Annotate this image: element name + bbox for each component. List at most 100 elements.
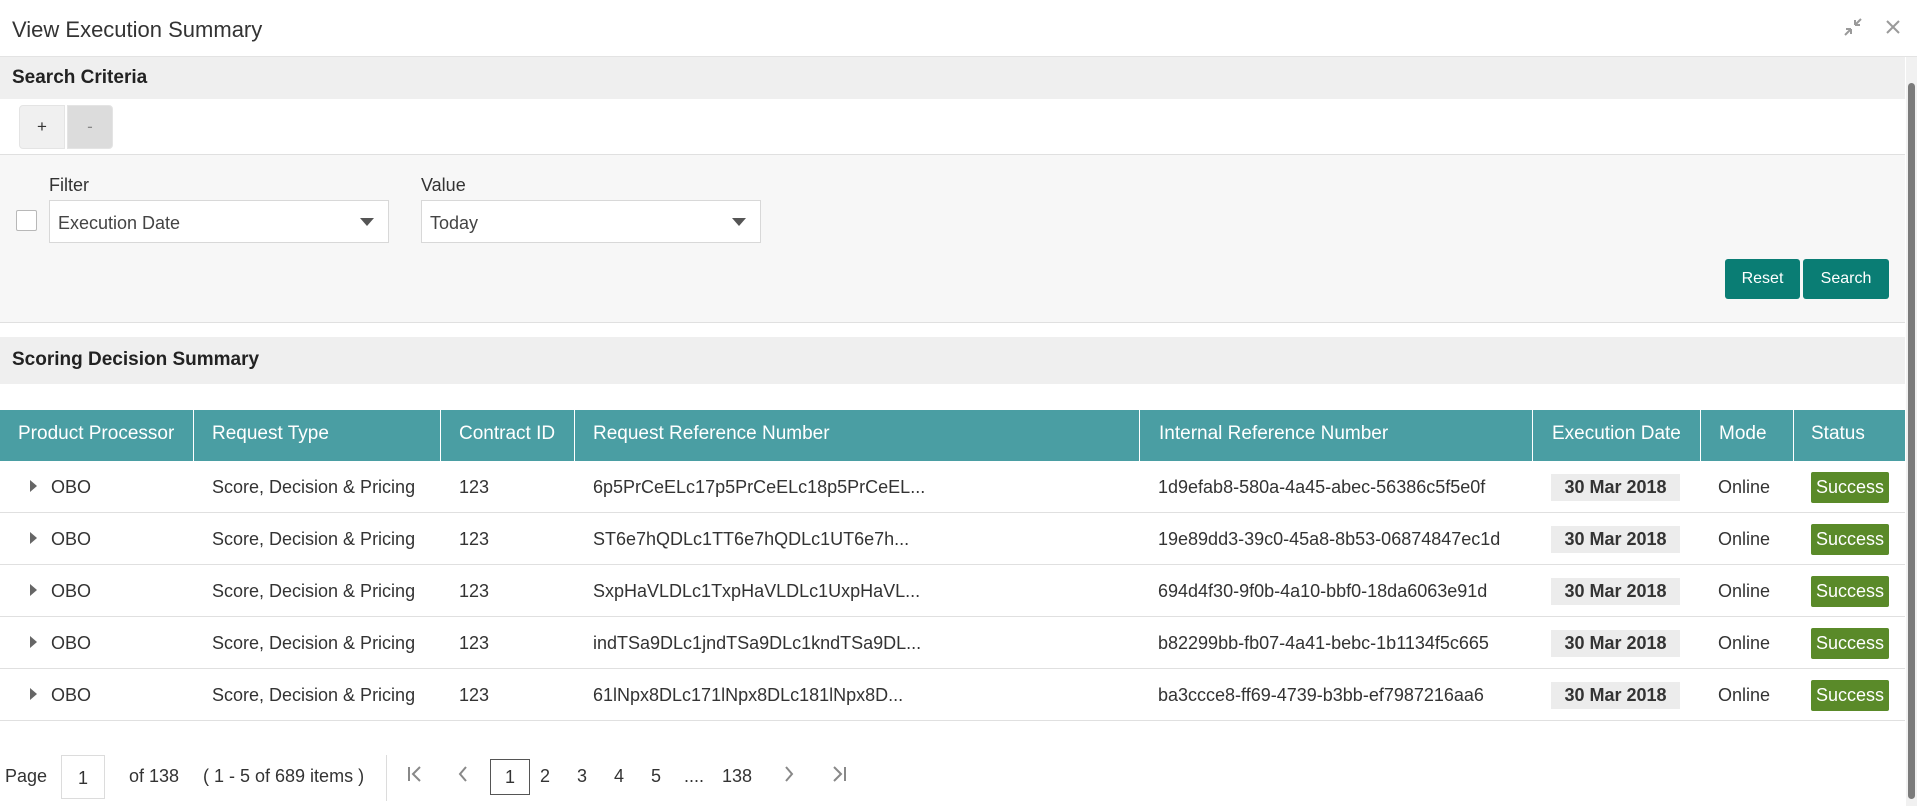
add-criteria-button[interactable]: + — [19, 105, 65, 149]
status-badge: Success — [1811, 680, 1889, 711]
expand-row-icon[interactable] — [30, 584, 37, 596]
cell-contract-id: 123 — [459, 685, 490, 705]
expand-row-icon[interactable] — [30, 636, 37, 648]
page-link-138[interactable]: 138 — [722, 766, 752, 787]
cell-mode: Online — [1718, 529, 1771, 549]
cell-product-processor: OBO — [51, 581, 92, 601]
cell-mode: Online — [1718, 477, 1771, 497]
column-header-request-reference[interactable]: Request Reference Number — [575, 410, 1140, 461]
value-select-value: Today — [430, 213, 479, 233]
page-total: of 138 — [129, 766, 180, 786]
page-range: ( 1 - 5 of 689 items ) — [203, 766, 365, 786]
table-row[interactable]: OBO Score, Decision & Pricing 123 61lNpx… — [0, 669, 1905, 721]
expand-row-icon[interactable] — [30, 480, 37, 492]
filter-label: Filter — [49, 175, 89, 195]
column-header-product-processor[interactable]: Product Processor — [0, 410, 194, 461]
prev-page-icon[interactable] — [457, 765, 469, 789]
cell-contract-id: 123 — [459, 581, 490, 601]
pager-divider — [386, 755, 387, 801]
status-badge: Success — [1811, 524, 1889, 555]
remove-criteria-button[interactable]: - — [67, 105, 113, 149]
cell-request-reference: SxpHaVLDLc1TxpHaVLDLc1UxpHaVL... — [593, 581, 921, 601]
cell-internal-reference: 1d9efab8-580a-4a45-abec-56386c5f5e0f — [1158, 477, 1486, 497]
filter-select[interactable]: Execution Date — [49, 200, 389, 243]
cell-mode: Online — [1718, 581, 1771, 601]
cell-execution-date: 30 Mar 2018 — [1551, 474, 1680, 501]
expand-row-icon[interactable] — [30, 688, 37, 700]
chevron-down-icon — [732, 218, 746, 226]
cell-execution-date: 30 Mar 2018 — [1551, 578, 1680, 605]
close-icon[interactable] — [1882, 16, 1904, 38]
page-label: Page — [5, 766, 48, 786]
chevron-down-icon — [360, 218, 374, 226]
page-link-1[interactable]: 1 — [490, 759, 530, 795]
cell-request-reference: 61lNpx8DLc171lNpx8DLc181lNpx8D... — [593, 685, 904, 705]
search-criteria-header: Search Criteria — [0, 57, 1905, 99]
table-header: Product Processor Request Type Contract … — [0, 410, 1905, 461]
cell-product-processor: OBO — [51, 477, 92, 497]
column-header-request-type[interactable]: Request Type — [194, 410, 441, 461]
cell-product-processor: OBO — [51, 685, 92, 705]
cell-contract-id: 123 — [459, 633, 490, 653]
cell-internal-reference: 694d4f30-9f0b-4a10-bbf0-18da6063e91d — [1158, 581, 1488, 601]
last-page-icon[interactable] — [831, 765, 847, 789]
cell-contract-id: 123 — [459, 529, 490, 549]
summary-header: Scoring Decision Summary — [0, 337, 1905, 384]
cell-execution-date: 30 Mar 2018 — [1551, 630, 1680, 657]
cell-product-processor: OBO — [51, 529, 92, 549]
page-link-4[interactable]: 4 — [614, 766, 624, 787]
cell-request-reference: 6p5PrCeELc17p5PrCeELc18p5PrCeEL... — [593, 477, 926, 497]
search-button[interactable]: Search — [1803, 259, 1889, 299]
pagination-bar: Page 1 of 138 ( 1 - 5 of 689 items ) 1 2… — [0, 755, 1905, 801]
cell-execution-date: 30 Mar 2018 — [1551, 682, 1680, 709]
page-link-5[interactable]: 5 — [651, 766, 661, 787]
cell-internal-reference: 19e89dd3-39c0-45a8-8b53-06874847ec1d — [1158, 529, 1501, 549]
column-header-internal-reference[interactable]: Internal Reference Number — [1140, 410, 1533, 461]
cell-mode: Online — [1718, 685, 1771, 705]
collapse-arrows-icon[interactable] — [1842, 16, 1864, 38]
cell-execution-date: 30 Mar 2018 — [1551, 526, 1680, 553]
table-row[interactable]: OBO Score, Decision & Pricing 123 indTSa… — [0, 617, 1905, 669]
column-header-status[interactable]: Status — [1794, 410, 1905, 461]
first-page-icon[interactable] — [407, 765, 423, 789]
table-row[interactable]: OBO Score, Decision & Pricing 123 6p5PrC… — [0, 461, 1905, 513]
status-badge: Success — [1811, 576, 1889, 607]
table-row[interactable]: OBO Score, Decision & Pricing 123 ST6e7h… — [0, 513, 1905, 565]
summary-heading: Scoring Decision Summary — [12, 349, 260, 370]
expand-row-icon[interactable] — [30, 532, 37, 544]
scrollbar-thumb[interactable] — [1908, 83, 1915, 799]
cell-internal-reference: ba3ccce8-ff69-4739-b3bb-ef7987216aa6 — [1158, 685, 1484, 705]
search-criteria-heading: Search Criteria — [12, 67, 148, 88]
criteria-toggle-row: + - — [0, 99, 1905, 155]
cell-request-type: Score, Decision & Pricing — [212, 529, 416, 549]
reset-button[interactable]: Reset — [1725, 259, 1800, 299]
value-select[interactable]: Today — [421, 200, 761, 243]
cell-request-type: Score, Decision & Pricing — [212, 685, 416, 705]
column-header-execution-date[interactable]: Execution Date — [1533, 410, 1701, 461]
column-header-mode[interactable]: Mode — [1701, 410, 1794, 461]
filter-select-value: Execution Date — [58, 213, 181, 233]
status-badge: Success — [1811, 628, 1889, 659]
cell-request-reference: ST6e7hQDLc1TT6e7hQDLc1UT6e7h... — [593, 529, 910, 549]
cell-request-reference: indTSa9DLc1jndTSa9DLc1kndTSa9DL... — [593, 633, 922, 653]
value-label: Value — [421, 175, 466, 195]
table-row[interactable]: OBO Score, Decision & Pricing 123 SxpHaV… — [0, 565, 1905, 617]
cell-request-type: Score, Decision & Pricing — [212, 581, 416, 601]
page-number-input[interactable]: 1 — [61, 755, 105, 799]
cell-product-processor: OBO — [51, 633, 92, 653]
cell-request-type: Score, Decision & Pricing — [212, 633, 416, 653]
window-title: View Execution Summary — [12, 17, 263, 42]
cell-contract-id: 123 — [459, 477, 490, 497]
window-titlebar: View Execution Summary — [0, 0, 1917, 57]
criteria-panel: Filter Execution Date Value Today Reset … — [0, 155, 1905, 323]
page-link-2[interactable]: 2 — [540, 766, 550, 787]
column-header-contract-id[interactable]: Contract ID — [441, 410, 575, 461]
next-page-icon[interactable] — [783, 765, 795, 789]
cell-internal-reference: b82299bb-fb07-4a41-bebc-1b1134f5c665 — [1158, 633, 1489, 653]
page-link-3[interactable]: 3 — [577, 766, 587, 787]
status-badge: Success — [1811, 472, 1889, 503]
criteria-checkbox[interactable] — [16, 210, 37, 231]
cell-request-type: Score, Decision & Pricing — [212, 477, 416, 497]
vertical-scrollbar[interactable] — [1906, 57, 1917, 806]
cell-mode: Online — [1718, 633, 1771, 653]
